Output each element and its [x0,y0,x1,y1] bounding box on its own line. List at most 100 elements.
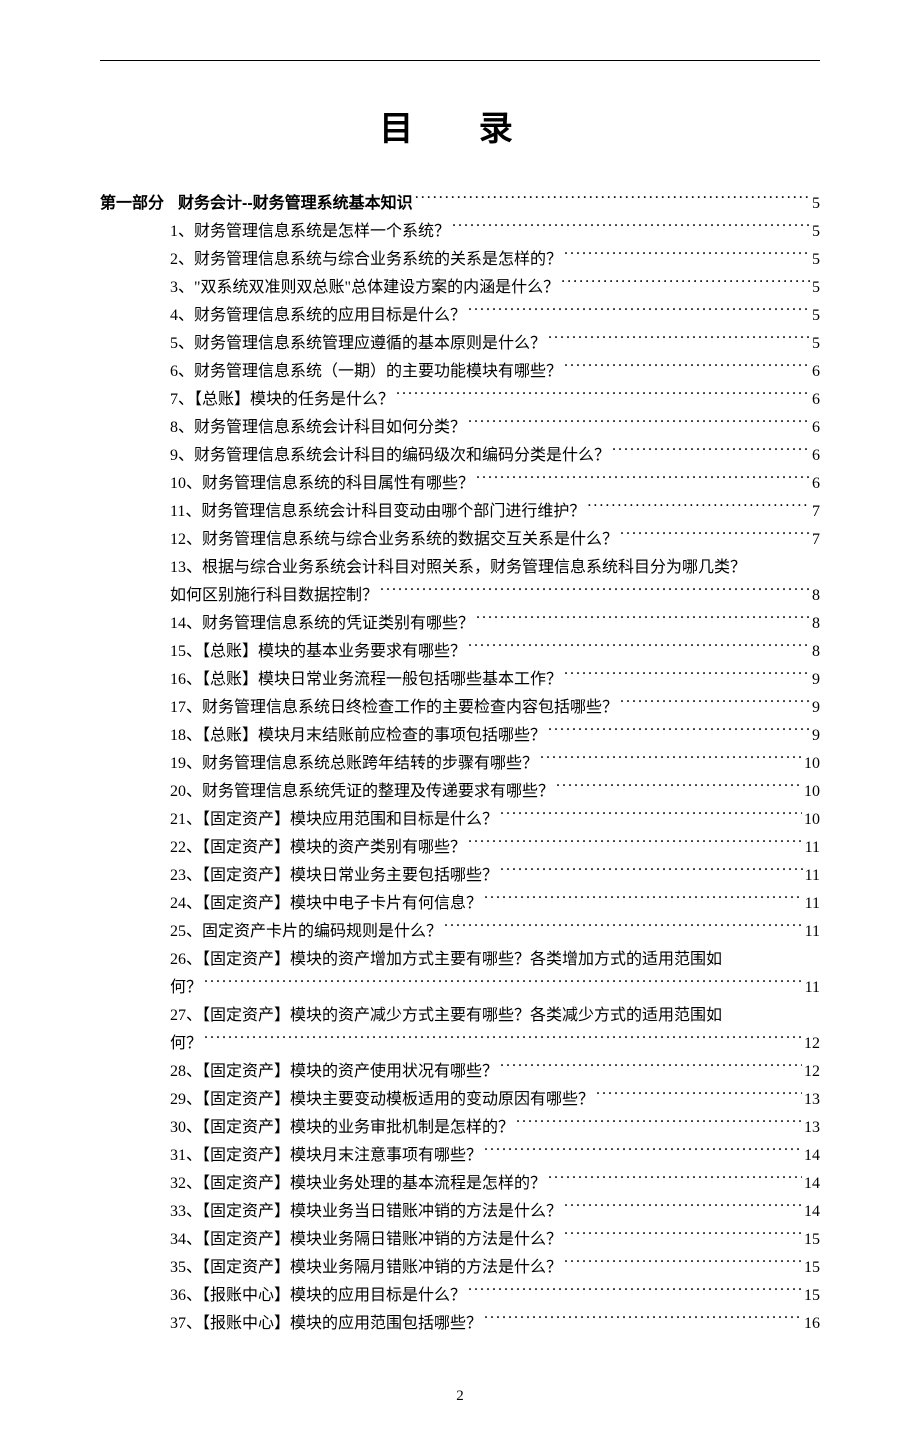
dot-leader [444,920,803,936]
toc-page-number: 10 [804,806,820,834]
toc-entry-text: 18、【总账】模块月末结账前应检查的事项包括哪些？ [170,722,546,750]
section-title: 财务会计--财务管理系统基本知识 [178,190,413,218]
toc-entry: 17、财务管理信息系统日终检查工作的主要检查内容包括哪些？ 9 [170,694,820,722]
toc-entry-text: 6、财务管理信息系统（一期）的主要功能模块有哪些？ [170,358,562,386]
dot-leader [468,304,810,320]
toc-entry: 10、财务管理信息系统的科目属性有哪些？ 6 [170,470,820,498]
section-heading-row: 第一部分 财务会计--财务管理系统基本知识 5 [100,190,820,218]
toc-page-number: 15 [804,1226,820,1254]
toc-entry: 20、财务管理信息系统凭证的整理及传递要求有哪些？ 10 [170,778,820,806]
toc-entry-text: 3、"双系统双准则双总账"总体建设方案的内涵是什么？ [170,274,559,302]
toc-entry: 9、财务管理信息系统会计科目的编码级次和编码分类是什么？6 [170,442,820,470]
dot-leader [561,276,810,292]
toc-entry: 31、【固定资产】模块月末注意事项有哪些？14 [170,1142,820,1170]
dot-leader [500,864,803,880]
toc-entry-text: 22、【固定资产】模块的资产类别有哪些？ [170,834,466,862]
dot-leader [468,416,810,432]
dot-leader [415,192,810,208]
toc-entry-text: 10、财务管理信息系统的科目属性有哪些？ [170,470,474,498]
toc-entry: 1、财务管理信息系统是怎样一个系统？ 5 [170,218,820,246]
toc-entry: 34、【固定资产】模块业务隔日错账冲销的方法是什么？15 [170,1226,820,1254]
toc-entry: 37、【报账中心】模块的应用范围包括哪些？ 16 [170,1310,820,1338]
toc-entry: 8、财务管理信息系统会计科目如何分类？6 [170,414,820,442]
toc-page-number: 14 [804,1170,820,1198]
dot-leader [500,808,802,824]
dot-leader [476,612,810,628]
toc-entry-text: 17、财务管理信息系统日终检查工作的主要检查内容包括哪些？ [170,694,618,722]
toc-entry: 15、【总账】模块的基本业务要求有哪些？ 8 [170,638,820,666]
toc-entry: 27、【固定资产】模块的资产减少方式主要有哪些？各类减少方式的适用范围如何？12 [170,1002,820,1058]
toc-entry: 33、【固定资产】模块业务当日错账冲销的方法是什么？ 14 [170,1198,820,1226]
toc-entry-text: 24、【固定资产】模块中电子卡片有何信息？ [170,890,482,918]
toc-entry: 11、财务管理信息系统会计科目变动由哪个部门进行维护？7 [170,498,820,526]
toc-page-number: 8 [812,610,820,638]
dot-leader [548,332,810,348]
page-number: 2 [100,1388,820,1405]
toc-entry-text: 33、【固定资产】模块业务当日错账冲销的方法是什么？ [170,1198,562,1226]
toc-page-number: 13 [804,1086,820,1114]
toc-entry-text: 1、财务管理信息系统是怎样一个系统？ [170,218,450,246]
toc-page-number: 5 [812,246,820,274]
dot-leader [587,500,810,516]
toc-page-number: 15 [804,1254,820,1282]
toc-page-number: 5 [812,274,820,302]
toc-entry-text: 12、财务管理信息系统与综合业务系统的数据交互关系是什么？ [170,526,618,554]
toc-page-number: 6 [812,470,820,498]
dot-leader [564,1256,802,1272]
toc-entry-text: 8、财务管理信息系统会计科目如何分类？ [170,414,466,442]
toc-title: 目 录 [100,101,820,150]
toc-page-number: 11 [805,834,820,862]
toc-entry-line2: 如何区别施行科目数据控制？ 8 [170,582,820,610]
dot-leader [396,388,810,404]
toc-page-number: 8 [812,638,820,666]
toc-entry-line1: 26、【固定资产】模块的资产增加方式主要有哪些？各类增加方式的适用范围如 [170,946,820,974]
dot-leader [476,472,810,488]
toc-entry-text: 15、【总账】模块的基本业务要求有哪些？ [170,638,466,666]
toc-page-number: 8 [812,582,820,610]
dot-leader [564,360,810,376]
toc-entry-text: 如何区别施行科目数据控制？ [170,582,378,610]
toc-entry-text: 5、财务管理信息系统管理应遵循的基本原则是什么？ [170,330,546,358]
dot-leader [620,696,810,712]
toc-page-number: 7 [812,526,820,554]
toc-entry: 24、【固定资产】模块中电子卡片有何信息？ 11 [170,890,820,918]
toc-page-number: 9 [812,694,820,722]
dot-leader [452,220,810,236]
dot-leader [204,1032,802,1048]
toc-entry-text: 35、【固定资产】模块业务隔月错账冲销的方法是什么？ [170,1254,562,1282]
dot-leader [556,780,802,796]
toc-entry: 13、根据与综合业务系统会计科目对照关系，财务管理信息系统科目分为哪几类？如何区… [170,554,820,610]
toc-entry: 22、【固定资产】模块的资产类别有哪些？ 11 [170,834,820,862]
section-page-number: 5 [812,190,820,218]
toc-entry-text: 32、【固定资产】模块业务处理的基本流程是怎样的？ [170,1170,546,1198]
toc-entry-text: 31、【固定资产】模块月末注意事项有哪些？ [170,1142,482,1170]
dot-leader [484,892,803,908]
toc-entry-line1: 27、【固定资产】模块的资产减少方式主要有哪些？各类减少方式的适用范围如 [170,1002,820,1030]
dot-leader [500,1060,802,1076]
toc-entry: 19、财务管理信息系统总账跨年结转的步骤有哪些？10 [170,750,820,778]
toc-page-number: 10 [804,778,820,806]
toc-page-number: 14 [804,1198,820,1226]
toc-page-number: 16 [804,1310,820,1338]
toc-page-number: 5 [812,302,820,330]
toc-page-number: 5 [812,218,820,246]
toc-entry-text: 20、财务管理信息系统凭证的整理及传递要求有哪些？ [170,778,554,806]
toc-entry: 7、【总账】模块的任务是什么？6 [170,386,820,414]
toc-entry-text: 19、财务管理信息系统总账跨年结转的步骤有哪些？ [170,750,538,778]
toc-entry-line2: 何？12 [170,1030,820,1058]
toc-page-number: 11 [805,890,820,918]
section-label: 第一部分 [100,190,164,218]
dot-leader [468,836,803,852]
toc-page-number: 9 [812,666,820,694]
toc-page-number: 11 [805,918,820,946]
toc-page-number: 11 [805,862,820,890]
toc-entry-text: 4、财务管理信息系统的应用目标是什么？ [170,302,466,330]
toc-entry-text: 16、【总账】模块日常业务流程一般包括哪些基本工作？ [170,666,562,694]
dot-leader [548,724,810,740]
toc-entry-text: 9、财务管理信息系统会计科目的编码级次和编码分类是什么？ [170,442,610,470]
toc-list: 1、财务管理信息系统是怎样一个系统？52、财务管理信息系统与综合业务系统的关系是… [100,218,820,1338]
toc-page-number: 15 [804,1282,820,1310]
toc-entry-text: 37、【报账中心】模块的应用范围包括哪些？ [170,1310,482,1338]
toc-entry: 26、【固定资产】模块的资产增加方式主要有哪些？各类增加方式的适用范围如何？11 [170,946,820,1002]
toc-entry-text: 何？ [170,974,202,1002]
